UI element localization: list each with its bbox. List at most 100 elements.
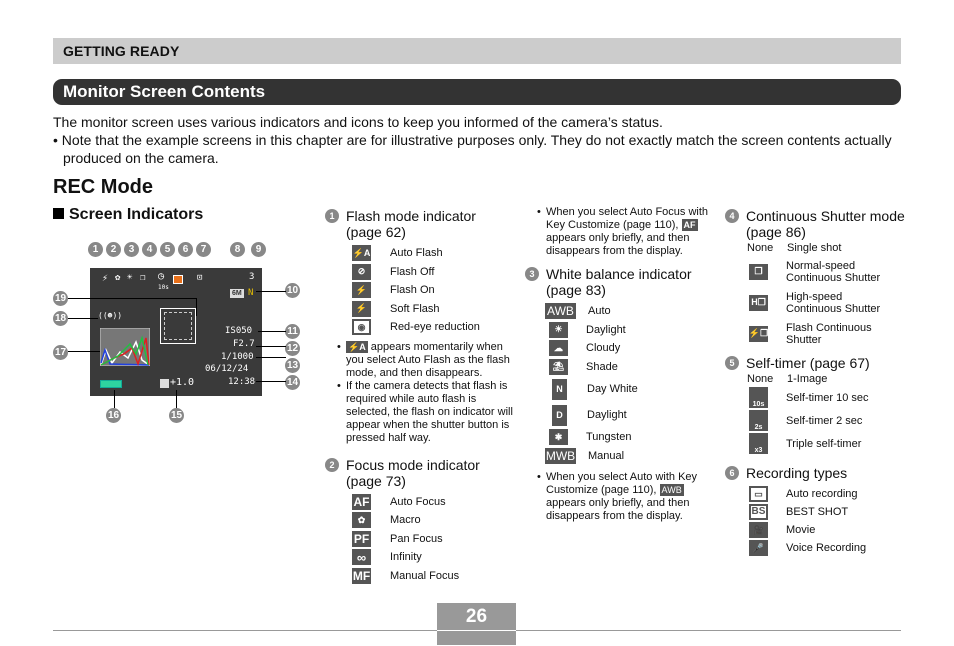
timer-heading-text: Self-timer (page 67) — [746, 355, 870, 371]
manual-focus-icon: MF — [352, 567, 371, 584]
callout-15: 15 — [169, 408, 184, 423]
flash-indicator-icon: ⚡ — [102, 273, 109, 284]
list-item: 2s Self-timer 2 sec — [725, 409, 910, 432]
auto-recording-icon: ▭ — [749, 486, 768, 502]
intro-note: • Note that the example screens in this … — [53, 132, 892, 166]
flash-off-icon: ⊘ — [352, 263, 371, 280]
continuous-heading: 4 Continuous Shutter mode (page 86) — [725, 208, 910, 240]
shots-remaining: 3 — [249, 272, 255, 282]
leader-line — [176, 390, 177, 408]
item-label: Flash Continuous Shutter — [786, 321, 872, 346]
item-label: Self-timer 2 sec — [786, 414, 863, 427]
leader-line — [68, 298, 196, 299]
item-label: Macro — [390, 514, 421, 527]
daylight-icon: ☀ — [549, 321, 568, 338]
item-label: Manual — [588, 449, 625, 462]
recording-type-icon — [173, 275, 183, 284]
red-eye-icon: ◉ — [352, 319, 371, 336]
item-label: Soft Flash — [390, 302, 440, 315]
list-item: ⊘ Flash Off — [325, 263, 515, 282]
list-item: 10s Self-timer 10 sec — [725, 386, 910, 409]
list-item: None 1-Image — [725, 371, 910, 386]
cloudy-icon: ☁ — [549, 340, 568, 357]
auto-flash-icon: ⚡A — [352, 245, 371, 262]
movie-icon: 🎥 — [749, 522, 768, 538]
flash-heading-text: Flash mode indicator (page 62) — [346, 208, 476, 240]
page-box-divider — [437, 630, 516, 631]
callout-14: 14 — [285, 375, 300, 390]
item-label: Manual Focus — [390, 569, 460, 582]
callout-8: 8 — [230, 242, 245, 257]
item-label: Single shot — [787, 242, 842, 254]
list-item: None Single shot — [725, 240, 910, 256]
list-item: ⛱ Shade — [525, 358, 715, 377]
intro-paragraph: The monitor screen uses various indicato… — [53, 114, 663, 130]
leader-line — [114, 390, 115, 408]
wb-note: When you select Auto with Key Customize … — [525, 471, 715, 523]
ev-icon — [160, 379, 169, 388]
item-label: Auto recording — [786, 488, 858, 500]
awb-icon: AWB — [545, 303, 576, 320]
best-shot-icon: BS — [749, 504, 768, 520]
callout-10: 10 — [285, 283, 300, 298]
item-label: Pan Focus — [390, 532, 443, 545]
list-item: ✿ Macro — [325, 511, 515, 530]
list-item: x3 Triple self-timer — [725, 432, 910, 455]
continuous-section: 4 Continuous Shutter mode (page 86) None S… — [725, 208, 910, 557]
square-bullet-icon — [53, 208, 64, 219]
anti-shake-icon: ((☻)) — [98, 311, 123, 320]
list-item: ☁ Cloudy — [525, 339, 715, 358]
item-label: Normal-speed Continuous Shutter — [786, 259, 881, 284]
auto-focus-icon: AF — [681, 219, 698, 231]
item-label: Triple self-timer — [786, 437, 862, 450]
callout-18: 18 — [53, 311, 68, 326]
self-timer-10s-icon: 10s — [749, 387, 768, 408]
item-label: Flash On — [390, 284, 435, 297]
list-item: MWB Manual — [525, 447, 715, 466]
self-timer-2s-icon: 2s — [749, 410, 768, 431]
flash-continuous-icon: ⚡❐ — [749, 325, 768, 342]
self-timer-indicator-icon: ◷ — [158, 271, 165, 282]
flash-heading: 1 Flash mode indicator (page 62) — [325, 208, 515, 240]
iso-value: IS050 — [225, 326, 253, 336]
callout-7: 7 — [196, 242, 211, 257]
list-item: ❐ Normal-speed Continuous Shutter — [725, 256, 910, 287]
normal-continuous-icon: ❐ — [749, 263, 768, 280]
list-item: MF Manual Focus — [325, 567, 515, 586]
list-item: ☀ Daylight — [525, 321, 715, 340]
leader-line — [196, 298, 197, 316]
note-text: appears only briefly, and then disappear… — [546, 232, 690, 257]
list-item: AWB Auto — [525, 302, 715, 321]
callout-13: 13 — [285, 358, 300, 373]
callout-16: 16 — [106, 408, 121, 423]
aperture-value: F2.7 — [233, 339, 255, 349]
callout-3: 3 — [124, 242, 139, 257]
macro-indicator-icon: ✿ — [115, 273, 121, 283]
battery-icon — [100, 380, 122, 388]
list-item: 🎤 Voice Recording — [725, 539, 910, 557]
timer-num-badge: 5 — [725, 356, 739, 370]
wb-heading: 3 White balance indicator (page 83) — [525, 266, 715, 298]
item-label: Movie — [786, 524, 816, 536]
callout-4: 4 — [142, 242, 157, 257]
image-quality: N — [248, 288, 254, 298]
continuous-num-badge: 4 — [725, 209, 739, 223]
metering-icon: ⊡ — [197, 273, 203, 283]
item-label: Cloudy — [586, 342, 621, 355]
leader-line — [256, 291, 286, 292]
item-label: Auto — [588, 305, 611, 318]
leader-line — [256, 381, 286, 382]
item-label: Tungsten — [586, 431, 632, 444]
date-value: 06/12/24 — [205, 364, 249, 374]
flash-section: 1 Flash mode indicator (page 62) ⚡A Auto F… — [325, 208, 515, 585]
item-label: Voice Recording — [786, 542, 867, 554]
page-number-box: 26 — [437, 603, 516, 645]
rec-mode-heading: REC Mode — [53, 176, 153, 198]
leader-line — [68, 351, 100, 352]
triple-self-timer-icon: x3 — [749, 433, 768, 454]
item-label: Red-eye reduction — [390, 321, 480, 334]
item-label: Self-timer 10 sec — [786, 391, 869, 404]
auto-flash-icon: ⚡A — [346, 340, 368, 353]
daylight-fluorescent-icon: D — [552, 404, 567, 426]
item-label: Infinity — [390, 551, 422, 564]
